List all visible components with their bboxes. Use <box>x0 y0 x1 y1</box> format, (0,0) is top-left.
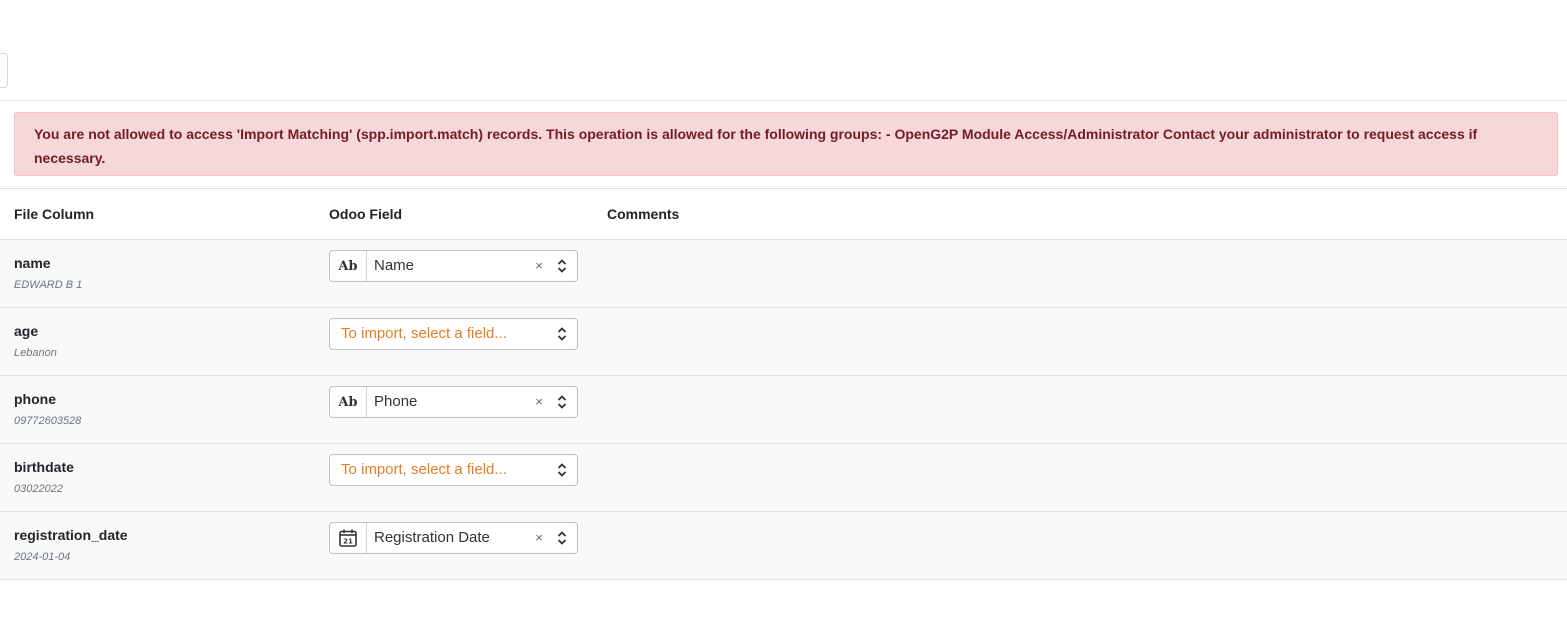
field-select[interactable]: Ab Name × <box>329 250 578 282</box>
table-header-row: File Column Odoo Field Comments <box>0 188 1567 240</box>
clipped-control[interactable] <box>0 53 8 88</box>
calendar-icon-day: 21 <box>343 538 353 546</box>
field-select[interactable]: Ab Phone × <box>329 386 578 418</box>
field-value: Name <box>374 257 415 274</box>
divider <box>0 100 1567 101</box>
column-sample: EDWARD B 1 <box>14 279 83 291</box>
field-value: Registration Date <box>374 529 490 546</box>
alert-message: You are not allowed to access 'Import Ma… <box>34 126 1478 166</box>
clear-icon[interactable]: × <box>531 387 547 417</box>
file-column-cell: phone 09772603528 <box>0 375 314 444</box>
chevron-up-down-icon[interactable] <box>553 387 571 417</box>
field-value: Phone <box>374 393 418 410</box>
access-error-alert: You are not allowed to access 'Import Ma… <box>14 112 1558 176</box>
clear-icon[interactable]: × <box>531 523 547 553</box>
field-select[interactable]: To import, select a field... <box>329 318 578 350</box>
column-name: phone <box>14 391 56 407</box>
column-name: registration_date <box>14 527 128 543</box>
file-column-cell: registration_date 2024-01-04 <box>0 511 314 580</box>
comments-cell <box>593 511 1567 580</box>
column-sample: 2024-01-04 <box>14 551 71 563</box>
header-odoo-field: Odoo Field <box>314 188 593 240</box>
column-name: age <box>14 323 39 339</box>
column-sample: Lebanon <box>14 347 57 359</box>
comments-cell <box>593 307 1567 376</box>
column-mapping-table: File Column Odoo Field Comments name EDW… <box>0 188 1567 580</box>
text-type-icon: Ab <box>330 251 367 281</box>
comments-cell <box>593 239 1567 308</box>
chevron-up-down-icon[interactable] <box>553 251 571 281</box>
field-select[interactable]: To import, select a field... <box>329 454 578 486</box>
clear-icon[interactable]: × <box>531 251 547 281</box>
table-row: birthdate 03022022 To import, select a f… <box>0 443 1567 512</box>
file-column-cell: age Lebanon <box>0 307 314 376</box>
table-row: phone 09772603528 Ab Phone × <box>0 375 1567 444</box>
odoo-field-cell: 21 Registration Date × <box>314 511 593 580</box>
header-file-column: File Column <box>0 188 314 240</box>
file-column-cell: birthdate 03022022 <box>0 443 314 512</box>
chevron-up-down-icon[interactable] <box>553 455 571 485</box>
field-select[interactable]: 21 Registration Date × <box>329 522 578 554</box>
odoo-field-cell: To import, select a field... <box>314 307 593 376</box>
column-sample: 09772603528 <box>14 415 82 427</box>
table-row: registration_date 2024-01-04 21 Registra… <box>0 511 1567 580</box>
file-column-cell: name EDWARD B 1 <box>0 239 314 308</box>
odoo-field-cell: To import, select a field... <box>314 443 593 512</box>
column-sample: 03022022 <box>14 483 63 495</box>
calendar-icon: 21 <box>330 523 367 553</box>
comments-cell <box>593 443 1567 512</box>
import-page: You are not allowed to access 'Import Ma… <box>0 0 1567 626</box>
header-comments: Comments <box>593 188 1567 240</box>
table-row: age Lebanon To import, select a field... <box>0 307 1567 376</box>
chevron-up-down-icon[interactable] <box>553 319 571 349</box>
comments-cell <box>593 375 1567 444</box>
odoo-field-cell: Ab Name × <box>314 239 593 308</box>
column-name: birthdate <box>14 459 74 475</box>
chevron-up-down-icon[interactable] <box>553 523 571 553</box>
text-type-icon: Ab <box>330 387 367 417</box>
odoo-field-cell: Ab Phone × <box>314 375 593 444</box>
field-placeholder: To import, select a field... <box>341 325 507 342</box>
field-placeholder: To import, select a field... <box>341 461 507 478</box>
text-type-icon-glyph: Ab <box>338 258 358 274</box>
table-row: name EDWARD B 1 Ab Name × <box>0 239 1567 308</box>
text-type-icon-glyph: Ab <box>338 394 358 410</box>
column-name: name <box>14 255 51 271</box>
